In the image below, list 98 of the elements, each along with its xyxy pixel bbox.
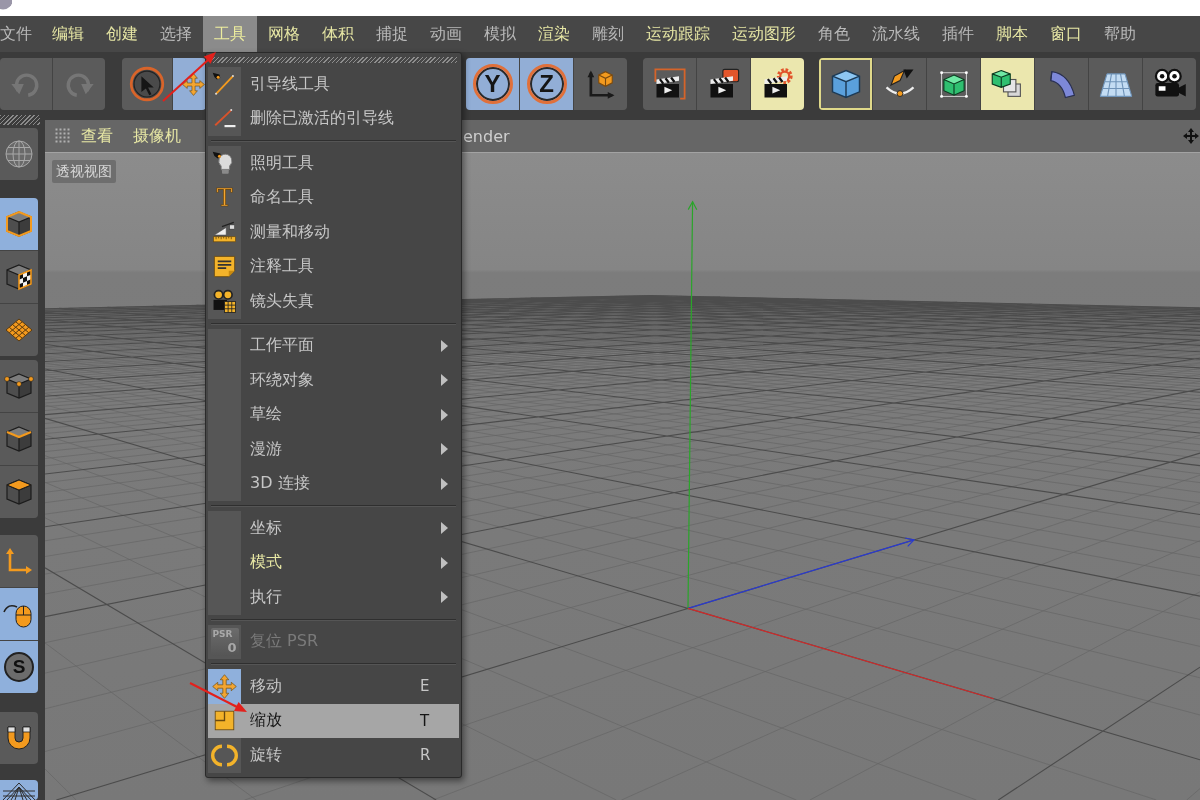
shortcut-key: R [420, 746, 434, 765]
clapperboard-frame-icon [651, 66, 688, 102]
globe-button[interactable] [0, 128, 38, 180]
menu-bar-item[interactable]: 网格 [257, 16, 311, 52]
menu-bar-item[interactable]: 帮助 [1093, 16, 1147, 52]
menu-bar-item[interactable]: 雕刻 [581, 16, 635, 52]
annotation-arrow [189, 682, 247, 712]
menu-bar-item[interactable]: 模拟 [473, 16, 527, 52]
menu-item[interactable]: 执行 [208, 580, 459, 615]
submenu-arrow-icon [441, 556, 448, 569]
submenu-arrow-icon [441, 443, 448, 456]
cube-points-icon [3, 370, 35, 402]
cube-outline-icon [3, 208, 35, 240]
menu-bar-item[interactable]: 脚本 [985, 16, 1039, 52]
menu-bar-item[interactable]: 角色 [807, 16, 861, 52]
arrow-cursor-icon [129, 66, 165, 102]
coordinate-system-button[interactable] [574, 58, 627, 110]
bend-button[interactable] [1035, 58, 1088, 110]
menu-bar-item[interactable]: 窗口 [1039, 16, 1093, 52]
menu-item[interactable]: 删除已激活的引导线 [208, 101, 459, 136]
menu-bar-item[interactable]: 编辑 [41, 16, 95, 52]
texture-mode-button[interactable] [0, 251, 38, 303]
menu-bar-item[interactable]: 捕捉 [365, 16, 419, 52]
render-settings-button[interactable] [751, 58, 804, 110]
annotation-arrow [162, 52, 216, 102]
menu-item[interactable]: 注释工具 [208, 249, 459, 284]
view-menu-item[interactable]: ender [463, 120, 520, 152]
menu-bar-item[interactable]: 动画 [419, 16, 473, 52]
magnet-button[interactable] [0, 712, 38, 764]
menu-item[interactable]: T 命名工具 [208, 180, 459, 215]
menu-bar-item[interactable]: 创建 [95, 16, 149, 52]
points-mode-button[interactable] [0, 360, 38, 412]
menu-bar-item[interactable]: 选择 [149, 16, 203, 52]
app-logo-icon [0, 0, 12, 10]
cube-button[interactable] [819, 58, 872, 110]
menu-bar-item[interactable]: 渲染 [527, 16, 581, 52]
z-axis-button[interactable]: Z [520, 58, 573, 110]
model-mode-button[interactable] [0, 198, 38, 250]
grid-button[interactable] [0, 780, 38, 800]
render-picture-button[interactable] [697, 58, 750, 110]
submenu-arrow-icon [441, 522, 448, 535]
pen-button[interactable] [873, 58, 926, 110]
view-menu-item[interactable]: 查看 [71, 120, 123, 152]
menu-bar-item[interactable]: 体积 [311, 16, 365, 52]
select-tool-button[interactable] [122, 58, 172, 110]
menu-item[interactable]: 镜头失真 [208, 284, 459, 319]
menu-item[interactable]: 引导线工具 [208, 67, 459, 102]
psr-badge-value: 0 [227, 640, 237, 655]
view-menu-item[interactable]: 摄像机 [123, 120, 191, 152]
camera-button[interactable] [1143, 58, 1196, 110]
render-view-button[interactable] [643, 58, 696, 110]
cube-face-icon [3, 476, 35, 508]
menu-item[interactable]: 坐标 [208, 511, 459, 546]
cloner-button[interactable] [981, 58, 1034, 110]
submenu-arrow-icon [441, 408, 448, 421]
shortcut-key: E [420, 677, 434, 696]
menu-item[interactable]: 照明工具 [208, 146, 459, 181]
floor-button[interactable] [1089, 58, 1142, 110]
menu-item[interactable]: 草绘 [208, 397, 459, 432]
grip-icon[interactable] [55, 128, 71, 144]
text-tool-glyph: T [216, 183, 233, 212]
menu-item[interactable]: 模式 [208, 545, 459, 580]
psr-badge-text: PSR [212, 628, 233, 639]
menu-item[interactable]: 环绕对象 [208, 363, 459, 398]
y-axis-button[interactable]: Y [466, 58, 519, 110]
submenu-arrow-icon [441, 591, 448, 604]
axis-mode-button[interactable] [0, 535, 38, 587]
move-arrows-icon [181, 71, 206, 97]
menu-bar-item[interactable]: 运动跟踪 [635, 16, 721, 52]
shortcut-key: T [420, 711, 434, 730]
menu-item[interactable]: 移动 E [208, 669, 459, 704]
tear-off-handle[interactable] [210, 57, 457, 63]
submenu-arrow-icon [441, 477, 448, 490]
tweak-mode-button[interactable] [0, 588, 38, 640]
checker-cube-icon [3, 261, 35, 293]
grid-lines-icon [3, 782, 35, 800]
workplane-button[interactable] [0, 304, 38, 356]
grip-handle[interactable] [0, 115, 40, 125]
cube-edges-icon [3, 423, 35, 455]
menu-item[interactable]: 缩放 T [208, 703, 459, 738]
menu-bar-item[interactable]: 文件 [0, 16, 41, 52]
globe-icon [3, 138, 35, 170]
polygons-mode-button[interactable] [0, 466, 38, 518]
edges-mode-button[interactable] [0, 413, 38, 465]
subdivision-button[interactable] [927, 58, 980, 110]
menu-bar-item[interactable]: 插件 [931, 16, 985, 52]
menu-item[interactable]: 漫游 [208, 432, 459, 467]
four-arrows-icon[interactable] [1183, 128, 1199, 144]
menu-item[interactable]: 工作平面 [208, 328, 459, 363]
submenu-arrow-icon [441, 339, 448, 352]
submenu-arrow-icon [441, 374, 448, 387]
snap-button[interactable]: S [0, 641, 38, 693]
menu-item[interactable]: 3D 连接 [208, 466, 459, 501]
menu-item[interactable]: 测量和移动 [208, 215, 459, 250]
menu-item[interactable]: 旋转 R [208, 738, 459, 773]
menu-bar-item[interactable]: 流水线 [861, 16, 931, 52]
menu-bar-item[interactable]: 运动图形 [721, 16, 807, 52]
view-name-label: 透视视图 [52, 160, 116, 183]
